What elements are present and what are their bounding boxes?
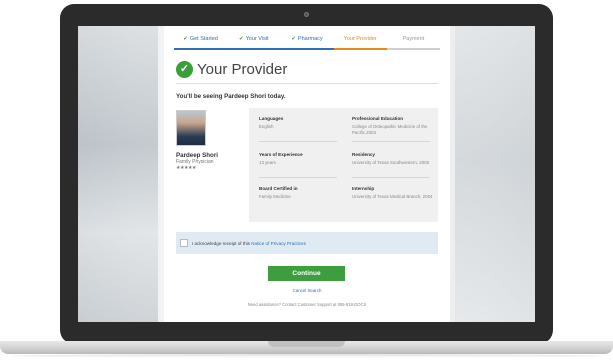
acknowledge-checkbox[interactable] — [180, 239, 188, 247]
board-label: Board Certified in — [259, 186, 298, 191]
divider — [259, 141, 337, 142]
experience-block: Years of Experience 13 years — [259, 152, 345, 166]
privacy-acknowledgement: I acknowledge receipt of this Notice of … — [176, 232, 438, 254]
acknowledge-label: I acknowledge receipt of this Notice of … — [192, 241, 306, 246]
step-label: Get Started — [189, 36, 218, 42]
board-block: Board Certified in Family Medicine — [259, 186, 345, 200]
experience-value: 13 years — [259, 160, 276, 165]
step-label: Your Provider — [343, 36, 377, 42]
provider-details-panel: Languages English Years of Experience 13… — [249, 108, 438, 222]
step-pharmacy[interactable]: ✔ Pharmacy — [280, 36, 334, 50]
step-payment: Payment — [386, 36, 441, 50]
divider — [352, 177, 430, 178]
divider — [259, 177, 337, 178]
title-divider — [176, 83, 438, 84]
step-get-started[interactable]: ✔ Get Started — [174, 36, 228, 50]
experience-label: Years of Experience — [259, 152, 303, 157]
provider-photo — [176, 110, 206, 146]
acknowledge-text: I acknowledge receipt of this — [192, 240, 250, 246]
residency-value: University of Texas Southwestern, 2006 — [352, 160, 430, 165]
languages-value: English — [259, 124, 274, 129]
provider-name: Pardeep Shori — [176, 152, 218, 159]
internship-value: University of Texas Medical Branch, 2004 — [352, 194, 433, 199]
provider-card: ✔ Get Started ✔ Your Visit ✔ Pharmacy Your … — [164, 26, 450, 322]
background-blur-right — [455, 26, 535, 322]
residency-label: Residency — [352, 152, 375, 157]
residency-block: Residency University of Texas Southweste… — [352, 152, 438, 166]
laptop-screen: ✔ Get Started ✔ Your Visit ✔ Pharmacy Your … — [78, 26, 535, 322]
support-contact-text: Need assistance? Contact Customer Suppor… — [247, 302, 367, 307]
step-label: Payment — [402, 36, 425, 42]
progress-steps: ✔ Get Started ✔ Your Visit ✔ Pharmacy Your … — [174, 36, 441, 50]
step-your-provider[interactable]: Your Provider — [333, 36, 387, 50]
education-label: Professional Education — [352, 116, 404, 121]
laptop-shadow — [10, 354, 603, 358]
seeing-provider-text: You'll be seeing Pardeep Shori today. — [176, 93, 286, 100]
checkmark-icon: ✔ — [239, 36, 244, 42]
check-circle-icon: ✓ — [176, 61, 193, 78]
continue-button[interactable]: Continue — [268, 266, 345, 281]
education-value: College of Osteopathic Medicine of the P… — [352, 124, 428, 135]
checkmark-icon: ✔ — [291, 36, 296, 42]
step-label: Your Visit — [245, 36, 269, 42]
laptop-mockup: ✔ Get Started ✔ Your Visit ✔ Pharmacy Your … — [0, 0, 613, 360]
board-value: Family Medicine — [259, 194, 291, 199]
provider-rating-stars: ★★★★★ — [176, 165, 196, 171]
webcam-icon — [304, 12, 309, 17]
education-block: Professional Education College of Osteop… — [352, 116, 438, 136]
languages-block: Languages English — [259, 116, 345, 130]
privacy-notice-link[interactable]: Notice of Privacy Practices — [251, 241, 306, 246]
laptop-lid: ✔ Get Started ✔ Your Visit ✔ Pharmacy Your … — [60, 4, 553, 344]
internship-block: Internship University of Texas Medical B… — [352, 186, 438, 200]
provider-profile: Pardeep Shori Family Physician ★★★★★ — [176, 110, 240, 171]
background-blur-left — [78, 26, 158, 322]
languages-label: Languages — [259, 116, 284, 121]
divider — [352, 141, 430, 142]
internship-label: Internship — [352, 186, 375, 191]
checkmark-icon: ✔ — [183, 36, 188, 42]
laptop-base-notch — [268, 341, 345, 347]
title-row: ✓ Your Provider — [176, 61, 287, 78]
page-title: Your Provider — [197, 61, 288, 78]
step-your-visit[interactable]: ✔ Your Visit — [227, 36, 281, 50]
step-label: Pharmacy — [297, 36, 323, 42]
cancel-search-link[interactable]: Cancel Search — [164, 288, 450, 293]
